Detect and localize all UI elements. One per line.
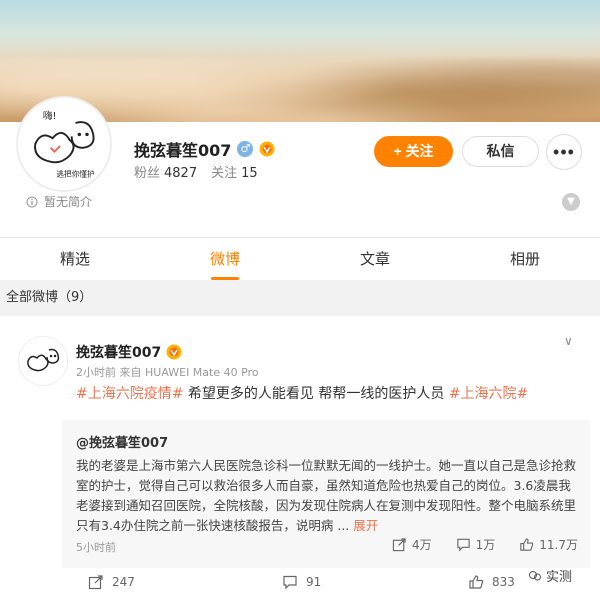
followers-label: 粉丝 <box>134 166 161 181</box>
share-button[interactable]: 247 <box>88 574 135 590</box>
repost-comment-count: 1万 <box>475 538 496 552</box>
avatar[interactable]: 嗨! 逃把你懂护 <box>16 96 112 192</box>
tab-featured[interactable]: 精选 <box>0 238 150 280</box>
following-stat[interactable]: 关注 15 <box>211 162 258 181</box>
hashtag-link[interactable]: #上海六院疫情# <box>76 386 183 402</box>
chevron-down-icon[interactable]: ▼ <box>562 193 580 211</box>
tab-weibo[interactable]: 微博 <box>150 238 300 280</box>
like-button[interactable]: 833 <box>468 574 515 590</box>
avatar-illustration <box>19 337 67 385</box>
repost-body: 我的老婆是上海市第六人民医院急诊科一位默默无闻的一线护士。她一直以自己是急诊抢救… <box>76 458 577 533</box>
post-text: #上海六院疫情# 希望更多的人能看见 帮帮一线的医护人员 #上海六院# <box>76 383 528 403</box>
repost-actions: 4万 1万 11.7万 <box>392 536 578 553</box>
repost-card[interactable]: @挽弦暮笙007 我的老婆是上海市第六人民医院急诊科一位默默无闻的一线护士。她一… <box>62 420 590 568</box>
bio-text: 暂无简介 <box>44 195 93 209</box>
repost-time: 5小时前 <box>76 541 116 554</box>
vip-badge-icon <box>259 141 275 157</box>
info-icon <box>26 196 38 207</box>
watermark: 实测 <box>528 566 572 585</box>
profile-name-row: 挽弦暮笙007 ♂ <box>134 137 275 161</box>
watermark-icon <box>529 570 541 580</box>
share-count: 247 <box>112 575 135 589</box>
svg-text:逃把你懂护: 逃把你懂护 <box>56 169 95 179</box>
profile-username: 挽弦暮笙007 <box>134 141 232 160</box>
hashtag-link[interactable]: #上海六院# <box>449 386 528 402</box>
feed-section-title: 全部微博（9） <box>0 280 600 316</box>
thumbs-up-icon <box>520 538 534 551</box>
following-count: 15 <box>241 166 258 181</box>
expand-link[interactable]: 展开 <box>353 518 378 533</box>
repost-text: 我的老婆是上海市第六人民医院急诊科一位默默无闻的一线护士。她一直以自己是急诊抢救… <box>76 456 576 536</box>
repost-comment-button[interactable]: 1万 <box>456 536 496 553</box>
like-count: 833 <box>492 575 515 589</box>
repost-share-count: 4万 <box>411 538 432 552</box>
avatar-illustration: 嗨! 逃把你懂护 <box>18 98 110 190</box>
profile-stats: 粉丝 4827 关注 15 <box>134 162 258 181</box>
post-username[interactable]: 挽弦暮笙007 <box>76 342 161 362</box>
repost-like-count: 11.7万 <box>539 538 578 552</box>
bio-row: 暂无简介 <box>26 193 92 210</box>
message-button[interactable]: 私信 <box>462 136 539 167</box>
followers-count: 4827 <box>164 166 198 181</box>
profile-tabs: 精选 微博 文章 相册 <box>0 238 600 280</box>
post-header: 挽弦暮笙007 <box>76 342 182 362</box>
comment-icon <box>456 538 470 552</box>
following-label: 关注 <box>211 166 238 181</box>
repost-share-button[interactable]: 4万 <box>392 536 432 553</box>
gender-male-icon: ♂ <box>237 141 254 157</box>
tab-articles[interactable]: 文章 <box>300 238 450 280</box>
repost-username[interactable]: @挽弦暮笙007 <box>76 432 168 451</box>
post-meta: 2小时前 来自 HUAWEI Mate 40 Pro <box>76 366 259 379</box>
post-actions: 247 91 833 <box>0 568 600 600</box>
watermark-text: 实测 <box>546 570 573 585</box>
followers-stat[interactable]: 粉丝 4827 <box>134 162 197 181</box>
post-body: 希望更多的人能看见 帮帮一线的医护人员 <box>183 386 445 402</box>
comment-icon <box>283 575 297 590</box>
weibo-post: 挽弦暮笙007 2小时前 来自 HUAWEI Mate 40 Pro ∨ #上海… <box>0 316 600 600</box>
comment-count: 91 <box>306 575 322 589</box>
svg-text:嗨!: 嗨! <box>43 110 56 122</box>
tab-album[interactable]: 相册 <box>450 238 600 280</box>
post-avatar[interactable] <box>18 336 68 386</box>
vip-badge-icon <box>166 344 182 360</box>
repost-like-button[interactable]: 11.7万 <box>519 536 578 553</box>
follow-button[interactable]: + 关注 <box>374 136 453 167</box>
thumbs-up-icon <box>469 575 484 589</box>
more-options-button[interactable]: ••• <box>546 134 582 170</box>
share-icon <box>88 575 103 590</box>
chevron-down-icon[interactable]: ∨ <box>564 334 573 348</box>
share-icon <box>392 538 406 552</box>
comment-button[interactable]: 91 <box>282 574 321 590</box>
